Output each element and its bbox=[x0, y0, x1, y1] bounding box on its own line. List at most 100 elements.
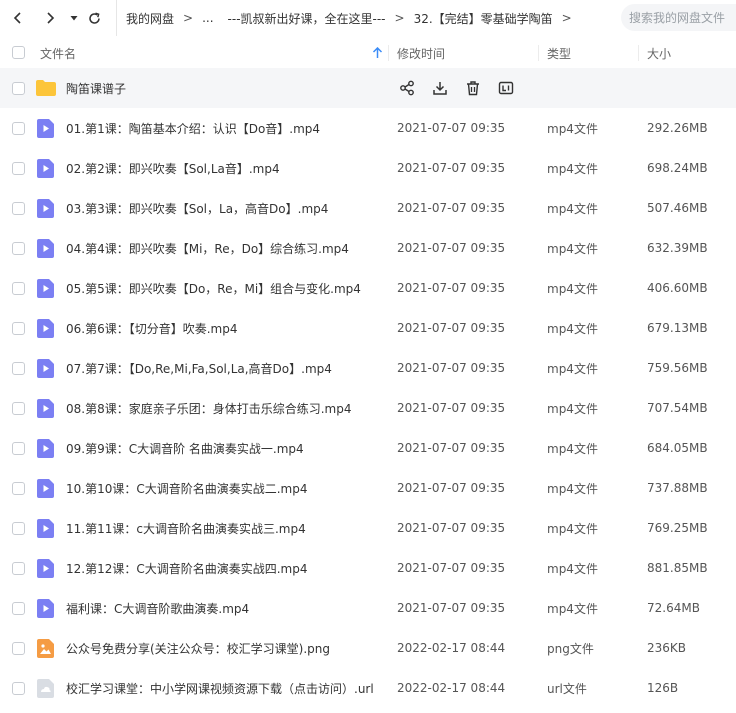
file-row[interactable]: 09.第9课：C大调音阶 名曲演奏实战一.mp4 2021-07-07 09:35… bbox=[0, 428, 736, 468]
share-icon bbox=[400, 80, 414, 96]
file-name[interactable]: 福利课：C大调音阶歌曲演奏.mp4 bbox=[66, 588, 249, 628]
forward-button[interactable] bbox=[38, 6, 62, 30]
row-checkbox[interactable] bbox=[12, 402, 25, 415]
file-row[interactable]: 05.第5课：即兴吹奏【Do，Re，Mi】组合与变化.mp4 2021-07-07… bbox=[0, 268, 736, 308]
file-type: mp4文件 bbox=[547, 201, 598, 216]
rename-button[interactable] bbox=[496, 78, 516, 98]
sort-arrow-up-icon[interactable] bbox=[372, 47, 383, 59]
file-row[interactable]: 07.第7课：【Do,Re,Mi,Fa,Sol,La,高音Do】.mp4 2021… bbox=[0, 348, 736, 388]
row-checkbox[interactable] bbox=[12, 562, 25, 575]
file-modified-time: 2021-07-07 09:35 bbox=[397, 561, 506, 575]
video-file-icon bbox=[37, 279, 54, 298]
file-size: 292.26MB bbox=[647, 121, 708, 135]
row-checkbox[interactable] bbox=[12, 602, 25, 615]
file-name[interactable]: 陶笛课谱子 bbox=[66, 68, 126, 108]
file-name[interactable]: 07.第7课：【Do,Re,Mi,Fa,Sol,La,高音Do】.mp4 bbox=[66, 348, 332, 388]
download-button[interactable] bbox=[430, 78, 450, 98]
column-header-name[interactable]: 文件名 bbox=[40, 37, 76, 69]
file-row[interactable]: 10.第10课：C大调音阶名曲演奏实战二.mp4 2021-07-07 09:35… bbox=[0, 468, 736, 508]
video-file-icon bbox=[37, 239, 54, 258]
caret-down-icon bbox=[70, 16, 78, 21]
file-modified-time: 2021-07-07 09:35 bbox=[397, 161, 506, 175]
chevron-left-icon bbox=[13, 12, 21, 24]
file-name[interactable]: 08.第8课：家庭亲子乐团：身体打击乐综合练习.mp4 bbox=[66, 388, 351, 428]
select-all-checkbox[interactable] bbox=[12, 46, 25, 59]
column-divider bbox=[388, 45, 389, 61]
column-header-modified[interactable]: 修改时间 bbox=[397, 37, 445, 69]
file-modified-time: 2021-07-07 09:35 bbox=[397, 281, 506, 295]
file-modified-time: 2021-07-07 09:35 bbox=[397, 401, 506, 415]
row-checkbox[interactable] bbox=[12, 242, 25, 255]
file-row[interactable]: 公众号免费分享(关注公众号：校汇学习课堂).png 2022-02-17 08:4… bbox=[0, 628, 736, 668]
folder-icon bbox=[36, 80, 56, 96]
search-input[interactable] bbox=[621, 4, 736, 31]
video-file-icon bbox=[37, 199, 54, 218]
file-row[interactable]: 08.第8课：家庭亲子乐团：身体打击乐综合练习.mp4 2021-07-07 09… bbox=[0, 388, 736, 428]
file-modified-time: 2021-07-07 09:35 bbox=[397, 241, 506, 255]
file-type: mp4文件 bbox=[547, 601, 598, 616]
file-size: 632.39MB bbox=[647, 241, 708, 255]
file-row[interactable]: 福利课：C大调音阶歌曲演奏.mp4 2021-07-07 09:35 mp4文件 72… bbox=[0, 588, 736, 628]
delete-button[interactable] bbox=[463, 78, 483, 98]
file-type: mp4文件 bbox=[547, 481, 598, 496]
breadcrumb-item-current[interactable]: 32.【完结】零基础学陶笛 bbox=[405, 10, 553, 27]
file-name[interactable]: 04.第4课：即兴吹奏【Mi，Re，Do】综合练习.mp4 bbox=[66, 228, 349, 268]
row-checkbox[interactable] bbox=[12, 162, 25, 175]
file-name[interactable]: 12.第12课：C大调音阶名曲演奏实战四.mp4 bbox=[66, 548, 308, 588]
row-checkbox[interactable] bbox=[12, 522, 25, 535]
row-checkbox[interactable] bbox=[12, 642, 25, 655]
file-size: 707.54MB bbox=[647, 401, 708, 415]
file-name[interactable]: 10.第10课：C大调音阶名曲演奏实战二.mp4 bbox=[66, 468, 308, 508]
file-name[interactable]: 06.第6课：【切分音】吹奏.mp4 bbox=[66, 308, 237, 348]
share-button[interactable] bbox=[397, 78, 417, 98]
file-name[interactable]: 05.第5课：即兴吹奏【Do，Re，Mi】组合与变化.mp4 bbox=[66, 268, 361, 308]
download-icon bbox=[433, 82, 447, 95]
breadcrumb-item-root[interactable]: 我的网盘 bbox=[117, 10, 174, 27]
file-row[interactable]: 03.第3课：即兴吹奏【Sol，La，高音Do】.mp4 2021-07-07 0… bbox=[0, 188, 736, 228]
breadcrumb-item-collection[interactable]: ---凯叔新出好课，全在这里--- bbox=[214, 10, 386, 27]
file-row[interactable]: 04.第4课：即兴吹奏【Mi，Re，Do】综合练习.mp4 2021-07-07 … bbox=[0, 228, 736, 268]
file-row[interactable]: 01.第1课：陶笛基本介绍：认识【Do音】.mp4 2021-07-07 09:3… bbox=[0, 108, 736, 148]
file-modified-time: 2021-07-07 09:35 bbox=[397, 121, 506, 135]
breadcrumb-separator: > bbox=[561, 11, 572, 25]
file-type: mp4文件 bbox=[547, 161, 598, 176]
file-row[interactable]: 11.第11课：c大调音阶名曲演奏实战三.mp4 2021-07-07 09:35… bbox=[0, 508, 736, 548]
back-button[interactable] bbox=[6, 6, 30, 30]
folder-row[interactable]: 陶笛课谱子 bbox=[0, 68, 736, 108]
breadcrumb-item-ellipsis[interactable]: ... bbox=[193, 11, 213, 25]
file-name[interactable]: 09.第9课：C大调音阶 名曲演奏实战一.mp4 bbox=[66, 428, 304, 468]
row-checkbox[interactable] bbox=[12, 282, 25, 295]
file-modified-time: 2021-07-07 09:35 bbox=[397, 601, 506, 615]
column-header-size[interactable]: 大小 bbox=[647, 37, 671, 69]
file-name[interactable]: 02.第2课：即兴吹奏【Sol,La音】.mp4 bbox=[66, 148, 280, 188]
file-row[interactable]: 06.第6课：【切分音】吹奏.mp4 2021-07-07 09:35 mp4文件 6… bbox=[0, 308, 736, 348]
video-file-icon bbox=[37, 359, 54, 378]
file-name[interactable]: 公众号免费分享(关注公众号：校汇学习课堂).png bbox=[66, 628, 330, 668]
file-modified-time: 2021-07-07 09:35 bbox=[397, 361, 506, 375]
video-file-icon bbox=[37, 159, 54, 178]
image-file-icon bbox=[37, 639, 54, 658]
file-name[interactable]: 校汇学习课堂：中小学网课视频资源下载（点击访问）.url bbox=[66, 668, 374, 708]
refresh-button[interactable] bbox=[82, 6, 106, 30]
row-checkbox[interactable] bbox=[12, 682, 25, 695]
row-checkbox[interactable] bbox=[12, 322, 25, 335]
row-checkbox[interactable] bbox=[12, 482, 25, 495]
file-size: 759.56MB bbox=[647, 361, 708, 375]
file-row[interactable]: 12.第12课：C大调音阶名曲演奏实战四.mp4 2021-07-07 09:35… bbox=[0, 548, 736, 588]
file-name[interactable]: 03.第3课：即兴吹奏【Sol，La，高音Do】.mp4 bbox=[66, 188, 328, 228]
breadcrumb-separator: > bbox=[183, 11, 194, 25]
file-row[interactable]: 校汇学习课堂：中小学网课视频资源下载（点击访问）.url 2022-02-17 0… bbox=[0, 668, 736, 708]
chevron-right-icon bbox=[47, 12, 55, 24]
file-modified-time: 2022-02-17 08:44 bbox=[397, 641, 506, 655]
file-name[interactable]: 01.第1课：陶笛基本介绍：认识【Do音】.mp4 bbox=[66, 108, 320, 148]
row-checkbox[interactable] bbox=[12, 122, 25, 135]
row-checkbox[interactable] bbox=[12, 82, 25, 95]
video-file-icon bbox=[37, 399, 54, 418]
column-header-type[interactable]: 类型 bbox=[547, 37, 571, 69]
file-name[interactable]: 11.第11课：c大调音阶名曲演奏实战三.mp4 bbox=[66, 508, 306, 548]
row-checkbox[interactable] bbox=[12, 202, 25, 215]
file-row[interactable]: 02.第2课：即兴吹奏【Sol,La音】.mp4 2021-07-07 09:35… bbox=[0, 148, 736, 188]
file-type: mp4文件 bbox=[547, 561, 598, 576]
row-checkbox[interactable] bbox=[12, 362, 25, 375]
row-checkbox[interactable] bbox=[12, 442, 25, 455]
